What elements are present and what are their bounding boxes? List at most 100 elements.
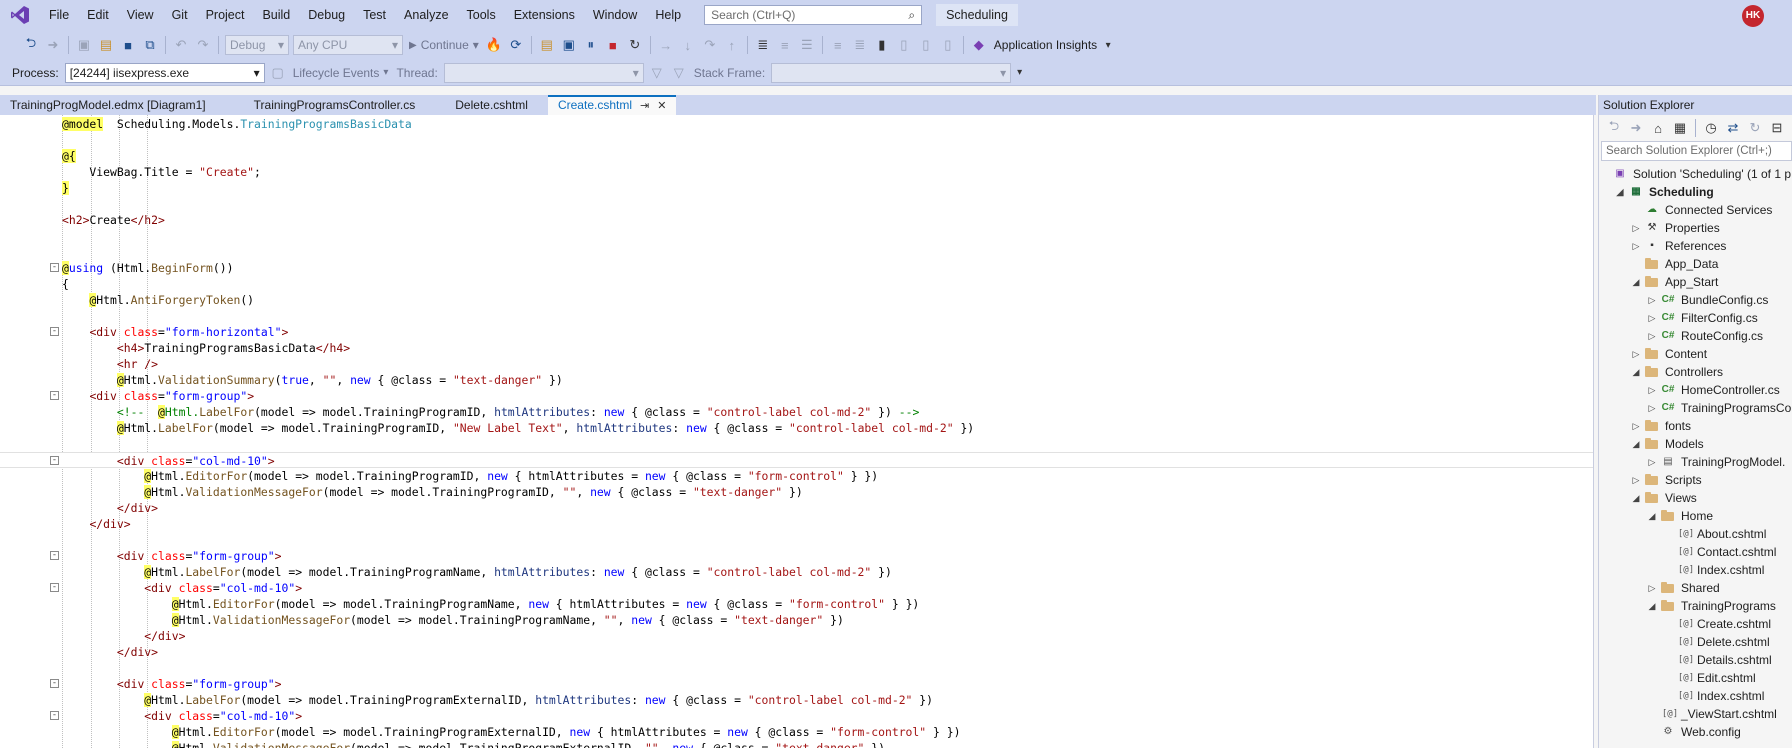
code-line[interactable]: @Html.ValidationSummary(true, "", new { … (0, 372, 1593, 388)
collapse-region-icon[interactable]: - (50, 711, 59, 720)
menu-view[interactable]: View (118, 4, 163, 26)
tree-item[interactable]: App_Data (1599, 255, 1792, 273)
expand-arrow-icon[interactable]: ▷ (1631, 417, 1641, 435)
show-next-statement-icon[interactable]: → (655, 34, 677, 56)
navigate-forward-icon[interactable]: ➜ (42, 34, 64, 56)
code-line[interactable]: @model Scheduling.Models.TrainingProgram… (0, 116, 1593, 132)
close-icon[interactable]: ✕ (657, 100, 666, 112)
code-line[interactable]: </div> (0, 644, 1593, 660)
code-line[interactable]: <h4>TrainingProgramsBasicData</h4> (0, 340, 1593, 356)
code-line[interactable]: <!-- @Html.LabelFor(model => model.Train… (0, 404, 1593, 420)
document-tab[interactable]: TrainingProgramsController.cs (244, 95, 426, 115)
menu-analyze[interactable]: Analyze (395, 4, 457, 26)
tree-item[interactable]: ◢ Home (1599, 507, 1792, 525)
comment-lines-icon[interactable]: ≡ (827, 34, 849, 56)
expand-arrow-icon[interactable]: ▷ (1647, 291, 1657, 309)
thread-dropdown[interactable]: ▾ (443, 62, 644, 83)
tree-item[interactable]: [@] Details.cshtml (1599, 651, 1792, 669)
menu-edit[interactable]: Edit (78, 4, 118, 26)
tree-item[interactable]: ◢ Models (1599, 435, 1792, 453)
step-over-icon[interactable]: ↷ (699, 34, 721, 56)
collapse-arrow-icon[interactable]: ◢ (1615, 183, 1625, 201)
collapse-region-icon[interactable]: - (50, 679, 59, 688)
sync-icon[interactable]: ⇄ (1722, 117, 1744, 139)
tree-item[interactable]: ▷ C# TrainingProgramsCo (1599, 399, 1792, 417)
code-line[interactable]: @Html.AntiForgeryToken() (0, 292, 1593, 308)
step-out-icon[interactable]: ↑ (721, 34, 743, 56)
code-editor[interactable]: @model Scheduling.Models.TrainingProgram… (0, 115, 1594, 748)
collapse-arrow-icon[interactable]: ◢ (1631, 435, 1641, 453)
tree-item[interactable]: ▷ Content (1599, 345, 1792, 363)
menu-test[interactable]: Test (354, 4, 395, 26)
switch-views-icon[interactable]: ▦ (1669, 117, 1691, 139)
expand-arrow-icon[interactable]: ▷ (1631, 345, 1641, 363)
code-line[interactable]: @Html.ValidationMessageFor(model => mode… (0, 612, 1593, 628)
code-line[interactable]: </div> (0, 628, 1593, 644)
code-line[interactable]: - <div class="form-group"> (0, 676, 1593, 692)
restart-icon[interactable]: ⟳ (505, 34, 527, 56)
code-line[interactable]: @Html.EditorFor(model => model.TrainingP… (0, 596, 1593, 612)
new-project-icon[interactable]: ▣ (73, 34, 95, 56)
pending-changes-icon[interactable]: ◷ (1700, 117, 1722, 139)
document-tab[interactable]: Delete.cshtml (445, 95, 538, 115)
expand-arrow-icon[interactable]: ▷ (1647, 579, 1657, 597)
code-line[interactable]: @Html.ValidationMessageFor(model => mode… (0, 484, 1593, 500)
code-line[interactable]: - <div class="col-md-10"> (0, 580, 1593, 596)
code-line[interactable]: - <div class="form-group"> (0, 548, 1593, 564)
tree-item[interactable]: ☁ Connected Services (1599, 201, 1792, 219)
tree-item[interactable]: [@] Delete.cshtml (1599, 633, 1792, 651)
collapse-region-icon[interactable]: - (50, 583, 59, 592)
collapse-region-icon[interactable]: - (50, 391, 59, 400)
tree-item[interactable]: ◢ ▦ Scheduling (1599, 183, 1792, 201)
menu-git[interactable]: Git (163, 4, 197, 26)
collapse-region-icon[interactable]: - (50, 551, 59, 560)
browse-folder-icon[interactable]: ▤ (536, 34, 558, 56)
menu-build[interactable]: Build (253, 4, 299, 26)
expand-arrow-icon[interactable]: ▷ (1631, 237, 1641, 255)
code-line[interactable]: - <div class="col-md-10"> (0, 708, 1593, 724)
tree-item[interactable]: ▷ Shared (1599, 579, 1792, 597)
tree-item[interactable]: ▷ C# FilterConfig.cs (1599, 309, 1792, 327)
tree-item[interactable]: ▷ C# RouteConfig.cs (1599, 327, 1792, 345)
application-insights-icon[interactable]: ◆ (968, 34, 990, 56)
code-line[interactable]: - <div class="form-horizontal"> (0, 324, 1593, 340)
previous-bookmark-icon[interactable]: ▯ (893, 34, 915, 56)
hot-reload-icon[interactable]: 🔥 (483, 34, 505, 56)
chevron-down-icon[interactable]: ▾ (1101, 34, 1115, 56)
search-box[interactable]: Search (Ctrl+Q) ⌕ (704, 5, 923, 25)
collapse-arrow-icon[interactable]: ◢ (1647, 597, 1657, 615)
menu-project[interactable]: Project (197, 4, 254, 26)
tree-item[interactable]: ▷ ▪ References (1599, 237, 1792, 255)
code-line[interactable]: ViewBag.Title = "Create"; (0, 164, 1593, 180)
code-line[interactable] (0, 532, 1593, 548)
back-icon[interactable]: ⮌ (1603, 117, 1625, 139)
code-line[interactable]: { (0, 276, 1593, 292)
menu-help[interactable]: Help (646, 4, 690, 26)
expand-arrow-icon[interactable]: ▷ (1647, 327, 1657, 345)
document-tab[interactable]: Create.cshtml ⇥ ✕ (547, 95, 677, 115)
code-line[interactable]: </div> (0, 516, 1593, 532)
lifecycle-events-button[interactable]: Lifecycle Events (293, 66, 380, 80)
tree-item[interactable]: ⚙ Web.config (1599, 723, 1792, 741)
tree-item[interactable]: [@] Contact.cshtml (1599, 543, 1792, 561)
step-into-icon[interactable]: ↓ (677, 34, 699, 56)
code-line[interactable]: } (0, 180, 1593, 196)
code-line[interactable]: <hr /> (0, 356, 1593, 372)
tree-item[interactable]: [@] Create.cshtml (1599, 615, 1792, 633)
collapse-arrow-icon[interactable]: ◢ (1631, 363, 1641, 381)
solution-configuration-dropdown[interactable]: Debug ▾ (225, 35, 289, 55)
menu-extensions[interactable]: Extensions (505, 4, 584, 26)
code-line[interactable]: <h2>Create</h2> (0, 212, 1593, 228)
collapse-arrow-icon[interactable]: ◢ (1631, 273, 1641, 291)
solution-platform-dropdown[interactable]: Any CPU ▾ (293, 35, 403, 55)
expand-arrow-icon[interactable]: ▷ (1647, 309, 1657, 327)
code-line[interactable] (0, 244, 1593, 260)
code-line[interactable]: - @using (Html.BeginForm()) (0, 260, 1593, 276)
screenshot-icon[interactable]: ▣ (558, 34, 580, 56)
expand-arrow-icon[interactable]: ▷ (1647, 399, 1657, 417)
open-file-icon[interactable]: ▤ (95, 34, 117, 56)
tree-item[interactable]: ▷ C# BundleConfig.cs (1599, 291, 1792, 309)
tree-item[interactable]: ▷ fonts (1599, 417, 1792, 435)
pin-icon[interactable]: ⇥ (640, 100, 649, 112)
code-line[interactable]: </div> (0, 500, 1593, 516)
